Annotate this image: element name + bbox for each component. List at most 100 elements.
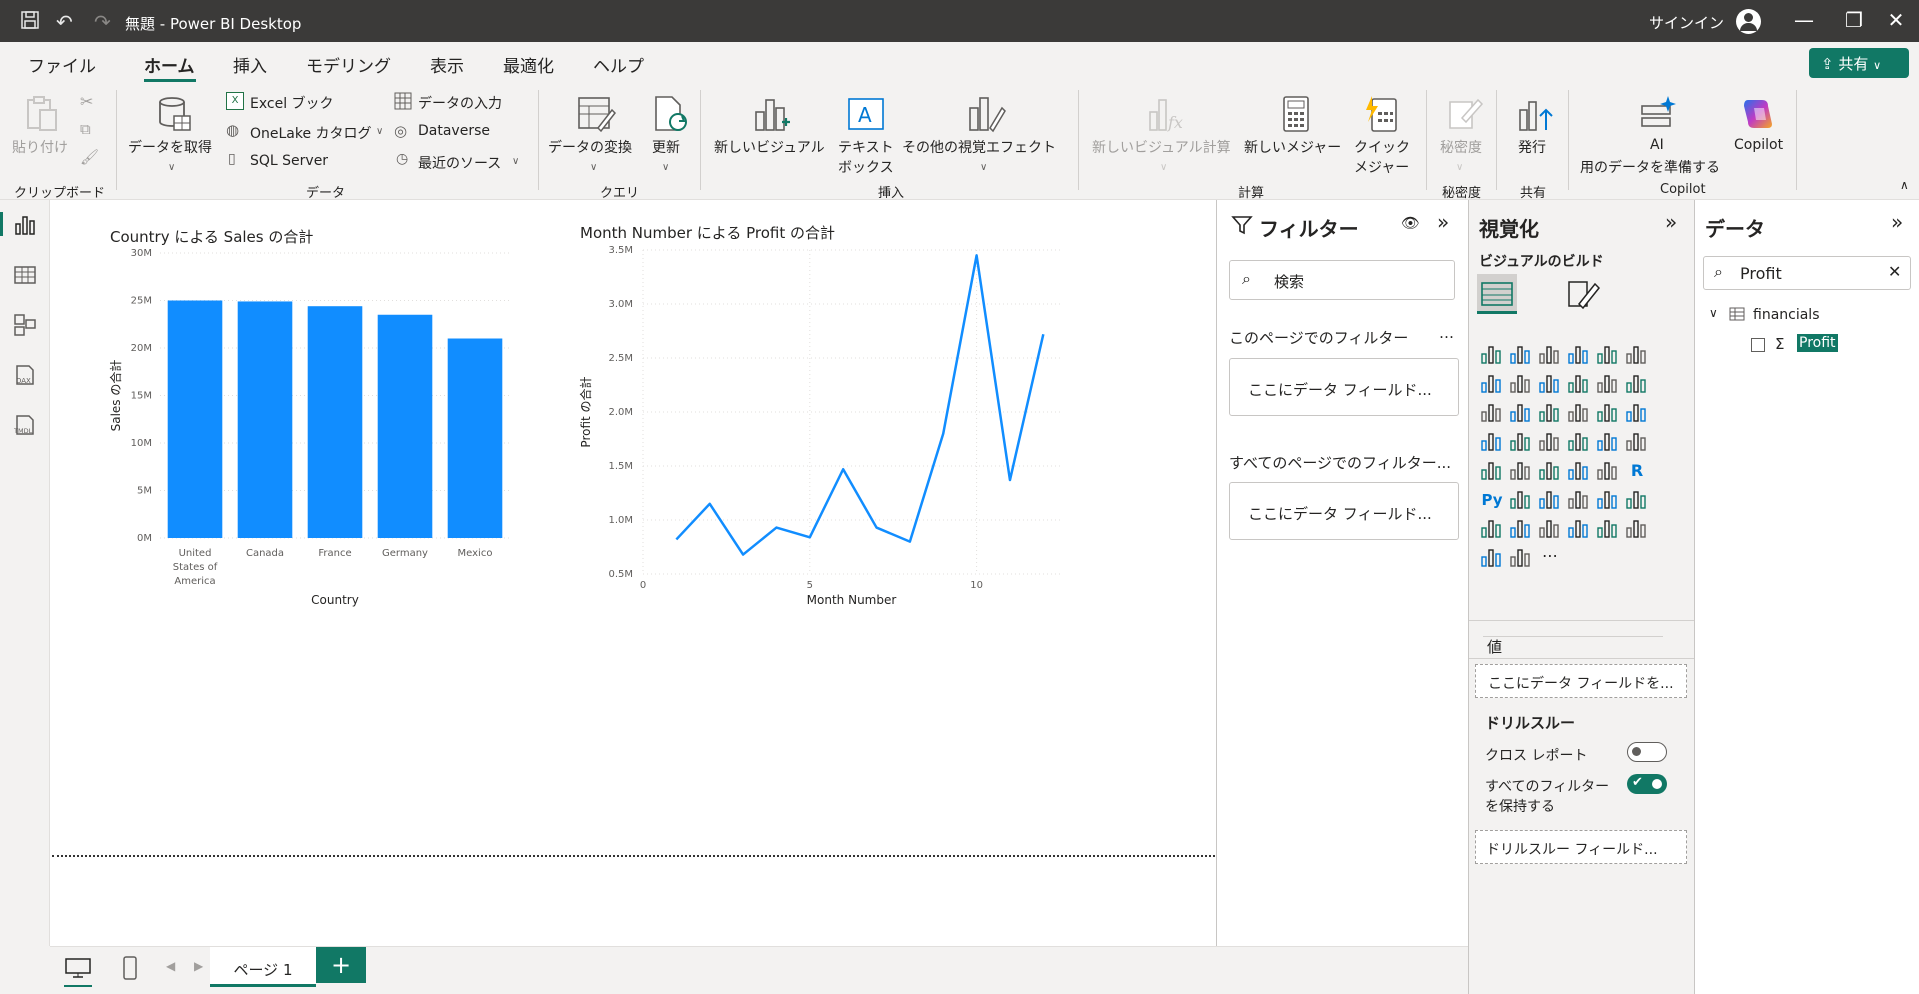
chevron-down-icon[interactable]: ∨ <box>662 162 669 173</box>
new-measure-button[interactable]: 新しいメジャー <box>1244 137 1341 157</box>
textbox-button-line1[interactable]: テキスト <box>838 137 894 157</box>
avatar[interactable] <box>1736 9 1761 34</box>
dax-query-view-icon[interactable]: DAX <box>12 362 38 388</box>
gauge-icon[interactable] <box>1566 429 1592 455</box>
stacked-column-icon[interactable] <box>1508 342 1534 368</box>
quick-measure-icon[interactable] <box>1362 94 1402 138</box>
format-visual-icon[interactable] <box>1565 276 1601 316</box>
minimize-icon[interactable]: — <box>1789 8 1819 32</box>
filled-map-icon[interactable] <box>1537 429 1563 455</box>
excel-workbook-button[interactable]: Excel ブック <box>250 93 334 113</box>
get-data-button[interactable]: データを取得 <box>128 137 212 157</box>
this-page-drop-zone[interactable]: ここにデータ フィールド... <box>1229 358 1459 416</box>
share-button[interactable]: ⇪ 共有 ∨ <box>1809 48 1909 78</box>
publish-icon[interactable] <box>1516 94 1556 138</box>
values-drop-zone[interactable]: ここにデータ フィールドを... <box>1475 664 1687 698</box>
add-page-button[interactable]: + <box>316 947 366 983</box>
mobile-layout-icon[interactable] <box>122 955 138 985</box>
sensitivity-button[interactable]: 秘密度 <box>1440 137 1482 157</box>
map-icon[interactable] <box>1508 429 1534 455</box>
textbox-button-line2[interactable]: ボックス <box>838 157 894 177</box>
paste-icon[interactable] <box>22 94 62 138</box>
enter-data-button[interactable]: データの入力 <box>418 93 502 113</box>
redo-icon[interactable]: ↷ <box>94 10 111 34</box>
transform-data-icon[interactable] <box>576 94 616 138</box>
treemap-icon[interactable] <box>1479 429 1505 455</box>
azure-map-icon[interactable] <box>1566 516 1592 542</box>
powerapps-icon[interactable] <box>1479 545 1505 571</box>
cross-report-toggle[interactable] <box>1627 742 1667 762</box>
sql-server-button[interactable]: SQL Server <box>250 153 328 169</box>
card-icon[interactable] <box>1595 429 1621 455</box>
onelake-catalog-button[interactable]: OneLake カタログ <box>250 123 372 143</box>
filter-search-input[interactable]: ⌕ 検索 <box>1229 260 1455 300</box>
image-icon[interactable] <box>1595 516 1621 542</box>
new-visual-calc-button[interactable]: 新しいビジュアル計算 <box>1092 137 1231 157</box>
ai-prep-line1[interactable]: AI <box>1650 137 1664 153</box>
decomposition-tree-icon[interactable] <box>1537 487 1563 513</box>
tmdl-view-icon[interactable]: TMDL <box>12 412 38 438</box>
bar-chart[interactable]: 0M 5M 10M 15M 20M 25M 30M United States of Americ… <box>100 240 520 610</box>
menu-insert[interactable]: 挿入 <box>233 52 267 77</box>
menu-home[interactable]: ホーム <box>144 52 195 77</box>
textbox-icon[interactable]: A <box>846 94 886 138</box>
eye-icon[interactable]: 👁 <box>1401 214 1420 232</box>
recent-sources-button[interactable]: 最近のソース <box>418 153 501 173</box>
model-view-icon[interactable] <box>12 312 38 338</box>
more-options-icon[interactable]: … <box>1439 324 1454 342</box>
key-influencers-icon[interactable] <box>1508 487 1534 513</box>
sensitivity-icon[interactable] <box>1444 94 1484 138</box>
ribbon-chart-icon[interactable] <box>1479 400 1505 426</box>
menu-help[interactable]: ヘルプ <box>593 52 644 77</box>
line-column-icon[interactable] <box>1595 371 1621 397</box>
next-page-icon[interactable]: ▶ <box>194 959 203 973</box>
cut-icon[interactable]: ✂ <box>80 92 93 111</box>
arcgis-icon[interactable] <box>1624 516 1650 542</box>
shape-map-icon[interactable] <box>1508 458 1534 484</box>
clear-search-icon[interactable]: ✕ <box>1888 262 1901 281</box>
power-apps-icon[interactable] <box>1508 516 1534 542</box>
table-icon[interactable] <box>1566 458 1592 484</box>
line-clustered-icon[interactable] <box>1624 371 1650 397</box>
refresh-icon[interactable] <box>650 94 690 138</box>
collapse-pane-icon[interactable]: » <box>1891 210 1903 234</box>
chevron-down-icon[interactable]: ∨ <box>168 162 175 173</box>
python-visual-icon[interactable]: Py <box>1479 487 1505 513</box>
dataverse-button[interactable]: Dataverse <box>418 123 490 139</box>
close-icon[interactable]: ✕ <box>1881 8 1911 32</box>
signin-link[interactable]: サインイン <box>1649 12 1724 33</box>
collapse-pane-icon[interactable]: » <box>1665 210 1677 234</box>
area-chart-icon[interactable] <box>1508 371 1534 397</box>
donut-icon[interactable] <box>1624 400 1650 426</box>
chevron-down-icon[interactable]: ∨ <box>1709 306 1718 320</box>
chevron-down-icon[interactable]: ∨ <box>590 162 597 173</box>
data-search-input[interactable]: ⌕ Profit ✕ <box>1703 256 1911 290</box>
database-icon[interactable] <box>154 94 194 138</box>
ai-prep-icon[interactable] <box>1638 94 1678 138</box>
slicer-icon[interactable] <box>1537 458 1563 484</box>
chevron-down-icon[interactable]: ∨ <box>1456 162 1463 173</box>
r-visual-icon[interactable]: R <box>1624 458 1650 484</box>
multi-card-icon[interactable] <box>1624 429 1650 455</box>
undo-icon[interactable]: ↶ <box>56 10 73 34</box>
100-area-icon[interactable] <box>1566 371 1592 397</box>
report-view-icon[interactable] <box>12 212 38 238</box>
table-financials[interactable]: financials <box>1753 307 1820 323</box>
menu-optimize[interactable]: 最適化 <box>503 52 554 77</box>
quick-measure-line1[interactable]: クイック <box>1354 137 1410 157</box>
calculator-icon[interactable] <box>1276 94 1316 138</box>
clustered-column-icon[interactable] <box>1566 342 1592 368</box>
refresh-button[interactable]: 更新 <box>652 137 680 157</box>
restore-icon[interactable]: ❐ <box>1839 8 1869 32</box>
stacked-bar-icon[interactable] <box>1479 342 1505 368</box>
collapse-ribbon-icon[interactable]: ∧ <box>1900 178 1909 192</box>
chevron-down-icon[interactable]: ∨ <box>1160 162 1167 173</box>
new-visual-icon[interactable] <box>752 94 792 138</box>
visual-calc-icon[interactable]: fx <box>1146 94 1186 138</box>
paginated-report-icon[interactable] <box>1479 516 1505 542</box>
new-visual-button[interactable]: 新しいビジュアル <box>714 137 825 157</box>
collapse-pane-icon[interactable]: » <box>1437 210 1449 234</box>
narrative-icon[interactable] <box>1595 487 1621 513</box>
ai-prep-line2[interactable]: 用のデータを準備する <box>1580 157 1720 177</box>
line-chart-icon[interactable] <box>1479 371 1505 397</box>
